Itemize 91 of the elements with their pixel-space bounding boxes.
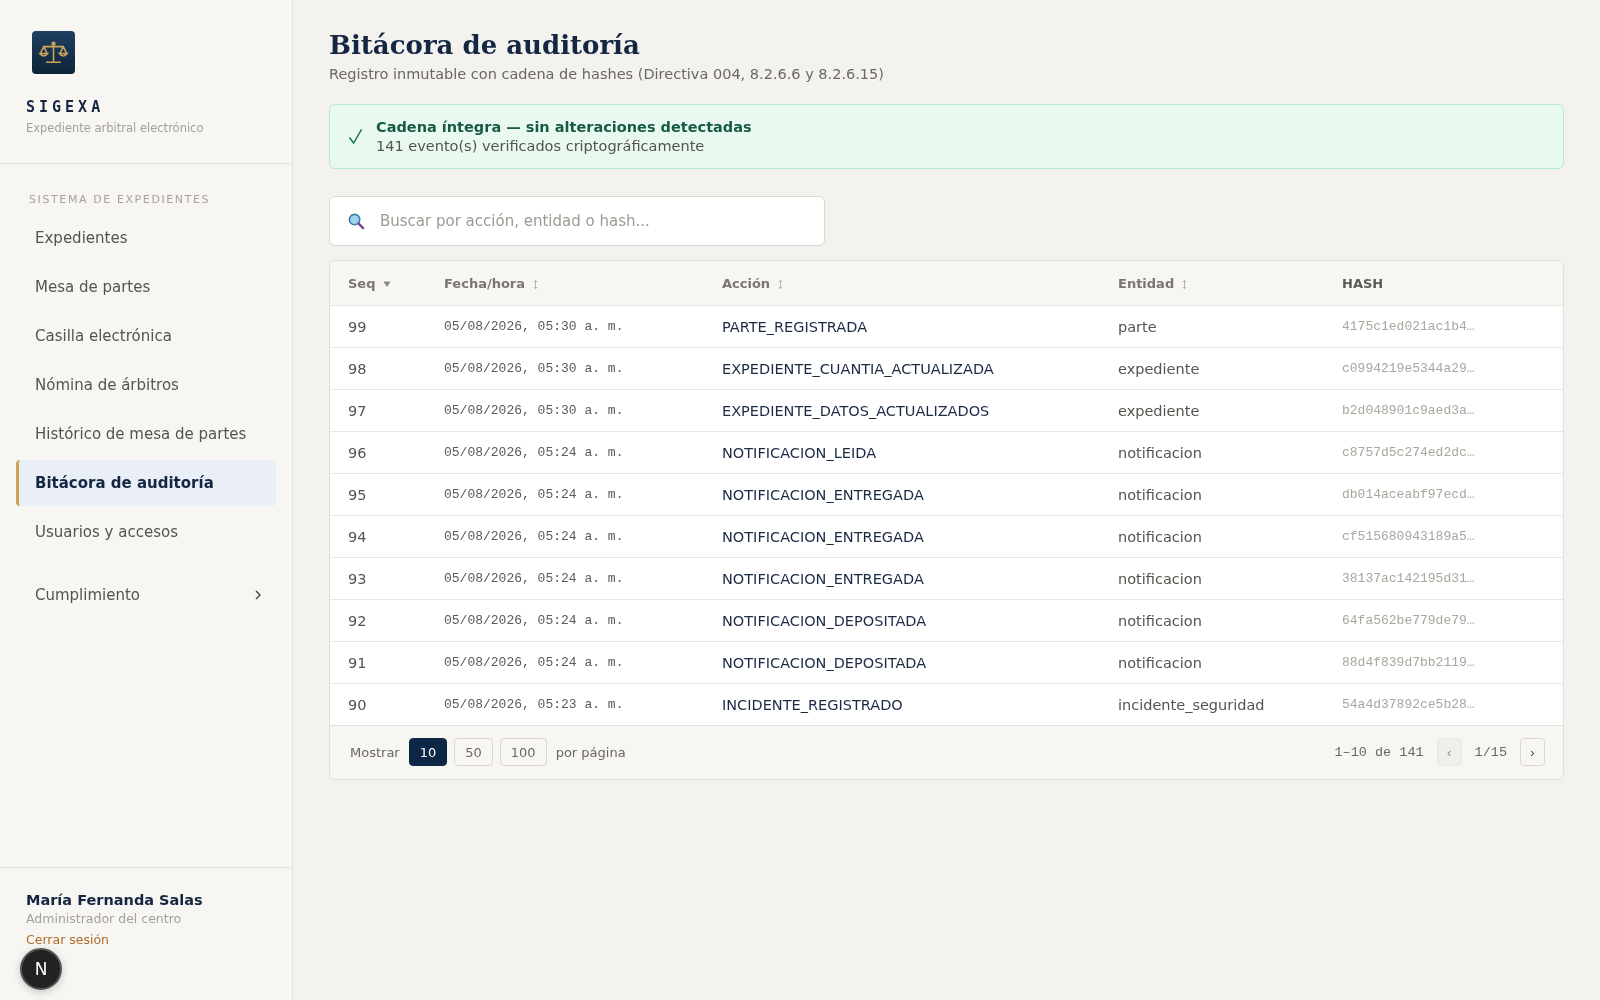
table-cell: 05/08/2026, 05:24 a. m. xyxy=(426,557,704,600)
table-cell: PARTE_REGISTRADA xyxy=(704,305,1100,348)
page-size-button[interactable]: 100 xyxy=(499,738,547,766)
next-page-button[interactable]: › xyxy=(1520,738,1545,766)
page-indicator: 1/15 xyxy=(1474,744,1507,760)
table-cell: 88d4f839d7bb2119… xyxy=(1324,641,1563,684)
table-cell: notificacion xyxy=(1100,431,1324,474)
dev-tools-button[interactable]: N xyxy=(20,948,62,990)
nav-item[interactable]: Bitácora de auditoría xyxy=(16,460,276,506)
column-header[interactable]: Fecha/hora xyxy=(426,261,704,306)
table-cell: NOTIFICACION_DEPOSITADA xyxy=(704,641,1100,684)
table-cell: c8757d5c274ed2dc… xyxy=(1324,431,1563,474)
table-cell: 99 xyxy=(330,305,426,348)
table-cell: 05/08/2026, 05:30 a. m. xyxy=(426,305,704,348)
result-range: 1–10 de 141 xyxy=(1334,744,1424,760)
show-label: Mostrar xyxy=(350,744,400,760)
table-cell: NOTIFICACION_LEIDA xyxy=(704,431,1100,474)
scales-logo-icon xyxy=(32,31,75,74)
column-header[interactable]: Acción xyxy=(704,261,1100,306)
table-cell: NOTIFICACION_ENTREGADA xyxy=(704,473,1100,516)
column-header[interactable]: Entidad xyxy=(1100,261,1324,306)
nav-item[interactable]: Usuarios y accesos xyxy=(16,509,276,555)
table-cell: 05/08/2026, 05:23 a. m. xyxy=(426,683,704,725)
user-name: María Fernanda Salas xyxy=(26,892,204,908)
table-cell: 90 xyxy=(330,683,426,725)
table-cell: NOTIFICACION_ENTREGADA xyxy=(704,557,1100,600)
table-cell: 95 xyxy=(330,473,426,516)
table-cell: notificacion xyxy=(1100,473,1324,516)
table-cell: notificacion xyxy=(1100,641,1324,684)
nav-item[interactable]: Expedientes xyxy=(16,215,276,261)
table-cell: 05/08/2026, 05:24 a. m. xyxy=(426,515,704,558)
brand-name: SIGEXA xyxy=(26,98,106,116)
table-cell: parte xyxy=(1100,305,1324,348)
table-cell: NOTIFICACION_DEPOSITADA xyxy=(704,599,1100,642)
table-cell: 97 xyxy=(330,389,426,432)
table-cell: 4175c1ed021ac1b4… xyxy=(1324,305,1563,348)
column-header[interactable]: Seq xyxy=(330,261,426,306)
page-size-button[interactable]: 50 xyxy=(454,738,493,766)
nav-item[interactable]: Mesa de partes xyxy=(16,264,276,310)
table-cell: 98 xyxy=(330,347,426,390)
brand-tagline: Expediente arbitral electrónico xyxy=(26,121,205,135)
table-cell: c0994219e5344a29… xyxy=(1324,347,1563,390)
table-cell: notificacion xyxy=(1100,599,1324,642)
table-cell: 94 xyxy=(330,515,426,558)
logout-link[interactable]: Cerrar sesión xyxy=(26,932,109,947)
table-cell: EXPEDIENTE_CUANTIA_ACTUALIZADA xyxy=(704,347,1100,390)
nav-item[interactable]: Histórico de mesa de partes xyxy=(16,411,276,457)
sort-descending-icon xyxy=(383,280,391,288)
table-cell: b2d048901c9aed3a… xyxy=(1324,389,1563,432)
table-cell: 54a4d37892ce5b28… xyxy=(1324,683,1563,725)
table-cell: EXPEDIENTE_DATOS_ACTUALIZADOS xyxy=(704,389,1100,432)
sort-icon xyxy=(1181,278,1187,290)
table-cell: 05/08/2026, 05:24 a. m. xyxy=(426,641,704,684)
table-cell: 96 xyxy=(330,431,426,474)
page-subtitle: Registro inmutable con cadena de hashes (Directiva 004, 8.2.6.6 y 8.2.6.15) xyxy=(329,66,885,82)
table-cell: 38137ac142195d31… xyxy=(1324,557,1563,600)
table-cell: INCIDENTE_REGISTRADO xyxy=(704,683,1100,725)
table-cell: NOTIFICACION_ENTREGADA xyxy=(704,515,1100,558)
table-cell: 91 xyxy=(330,641,426,684)
nav-item[interactable]: Nómina de árbitros xyxy=(16,362,276,408)
checkmark-icon xyxy=(348,128,363,145)
sort-icon xyxy=(777,278,783,290)
per-page-label: por página xyxy=(555,744,626,760)
table-cell: incidente_seguridad xyxy=(1100,683,1324,725)
table-cell: 05/08/2026, 05:24 a. m. xyxy=(426,431,704,474)
chevron-icon xyxy=(254,590,262,600)
table-cell: db014aceabf97ecd… xyxy=(1324,473,1563,516)
nav-group-label: Cumplimiento xyxy=(35,586,141,604)
table-cell: notificacion xyxy=(1100,515,1324,558)
table-cell: 64fa562be779de79… xyxy=(1324,599,1563,642)
table-cell: expediente xyxy=(1100,347,1324,390)
column-header[interactable]: HASH xyxy=(1324,261,1563,306)
page-size-button[interactable]: 10 xyxy=(408,738,448,766)
banner-detail: 141 evento(s) verificados criptográficamente xyxy=(376,138,706,154)
table-cell: notificacion xyxy=(1100,557,1324,600)
user-role: Administrador del centro xyxy=(26,911,183,926)
table-cell: cf515680943189a5… xyxy=(1324,515,1563,558)
table-cell: 05/08/2026, 05:24 a. m. xyxy=(426,599,704,642)
table-cell: 05/08/2026, 05:24 a. m. xyxy=(426,473,704,516)
nav-group[interactable]: Cumplimiento xyxy=(16,572,276,618)
nav-section-label: SISTEMA DE EXPEDIENTES xyxy=(28,193,212,208)
sort-icon xyxy=(532,278,538,290)
table-cell: 92 xyxy=(330,599,426,642)
table-cell: 93 xyxy=(330,557,426,600)
banner-title: Cadena íntegra — sin alteraciones detectadas xyxy=(376,119,752,135)
table-cell: 05/08/2026, 05:30 a. m. xyxy=(426,389,704,432)
table-cell: 05/08/2026, 05:30 a. m. xyxy=(426,347,704,390)
nav-item[interactable]: Casilla electrónica xyxy=(16,313,276,359)
search-field[interactable]: Buscar por acción, entidad o hash... xyxy=(329,196,825,246)
page-title: Bitácora de auditoría xyxy=(329,30,641,60)
table-cell: expediente xyxy=(1100,389,1324,432)
